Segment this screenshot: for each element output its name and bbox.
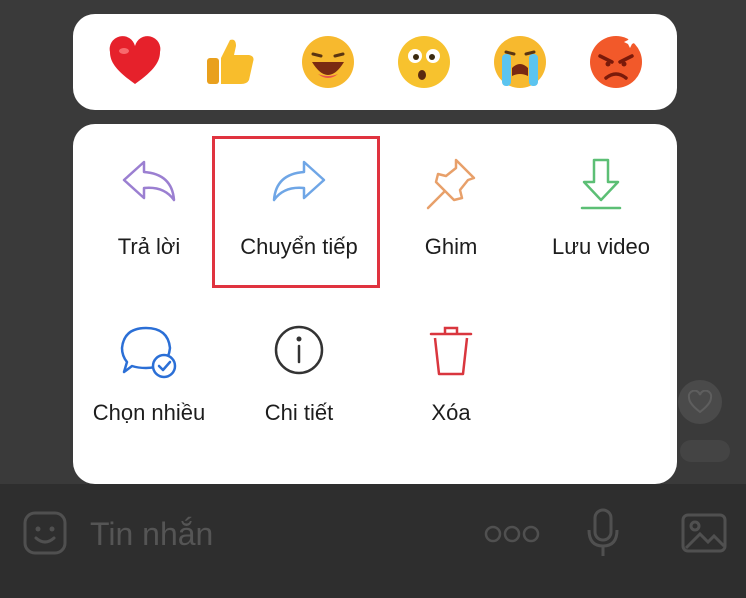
surprised-face-icon bbox=[398, 36, 450, 88]
action-save-video[interactable]: Lưu video bbox=[525, 156, 677, 286]
heart-icon bbox=[109, 36, 161, 84]
action-multi-select[interactable]: Chọn nhiều bbox=[73, 324, 225, 454]
reaction-heart-button[interactable] bbox=[107, 34, 163, 90]
action-details[interactable]: Chi tiết bbox=[223, 324, 375, 454]
action-reply[interactable]: Trả lời bbox=[73, 156, 225, 286]
laughing-face-icon bbox=[302, 36, 354, 88]
message-action-menu: Trả lời Chuyển tiếp Ghim Lưu video Chọn … bbox=[73, 124, 677, 484]
action-delete-label: Xóa bbox=[431, 400, 471, 425]
info-icon bbox=[274, 325, 324, 375]
reply-arrow-icon bbox=[122, 160, 176, 202]
voice-record-button[interactable] bbox=[585, 508, 621, 558]
pin-icon bbox=[426, 158, 476, 210]
action-delete[interactable]: Xóa bbox=[375, 324, 527, 454]
thumbs-up-icon bbox=[207, 39, 254, 84]
forward-arrow-icon bbox=[272, 160, 326, 202]
more-options-button[interactable] bbox=[484, 524, 540, 544]
photo-button[interactable] bbox=[680, 510, 728, 556]
crying-face-icon bbox=[494, 36, 546, 88]
ellipsis-icon bbox=[484, 525, 540, 543]
heart-reaction-icon[interactable] bbox=[678, 380, 722, 424]
chat-check-icon bbox=[120, 326, 177, 379]
action-save-video-label: Lưu video bbox=[552, 234, 650, 259]
action-forward[interactable]: Chuyển tiếp bbox=[223, 156, 375, 286]
reaction-sad-button[interactable] bbox=[492, 34, 548, 90]
sticker-icon bbox=[23, 511, 67, 555]
message-input[interactable] bbox=[90, 514, 450, 554]
reaction-angry-button[interactable] bbox=[588, 34, 644, 90]
reaction-wow-button[interactable] bbox=[396, 34, 452, 90]
reaction-bar bbox=[73, 14, 677, 110]
message-input-bar bbox=[0, 484, 746, 598]
reaction-haha-button[interactable] bbox=[300, 34, 356, 90]
sticker-button[interactable] bbox=[22, 510, 68, 556]
download-icon bbox=[580, 158, 622, 210]
microphone-icon bbox=[587, 508, 619, 556]
angry-face-icon bbox=[590, 36, 642, 88]
action-pin[interactable]: Ghim bbox=[375, 156, 527, 286]
message-time-badge bbox=[680, 440, 730, 462]
reaction-like-button[interactable] bbox=[203, 34, 259, 90]
image-icon bbox=[681, 513, 727, 553]
trash-icon bbox=[429, 326, 473, 376]
